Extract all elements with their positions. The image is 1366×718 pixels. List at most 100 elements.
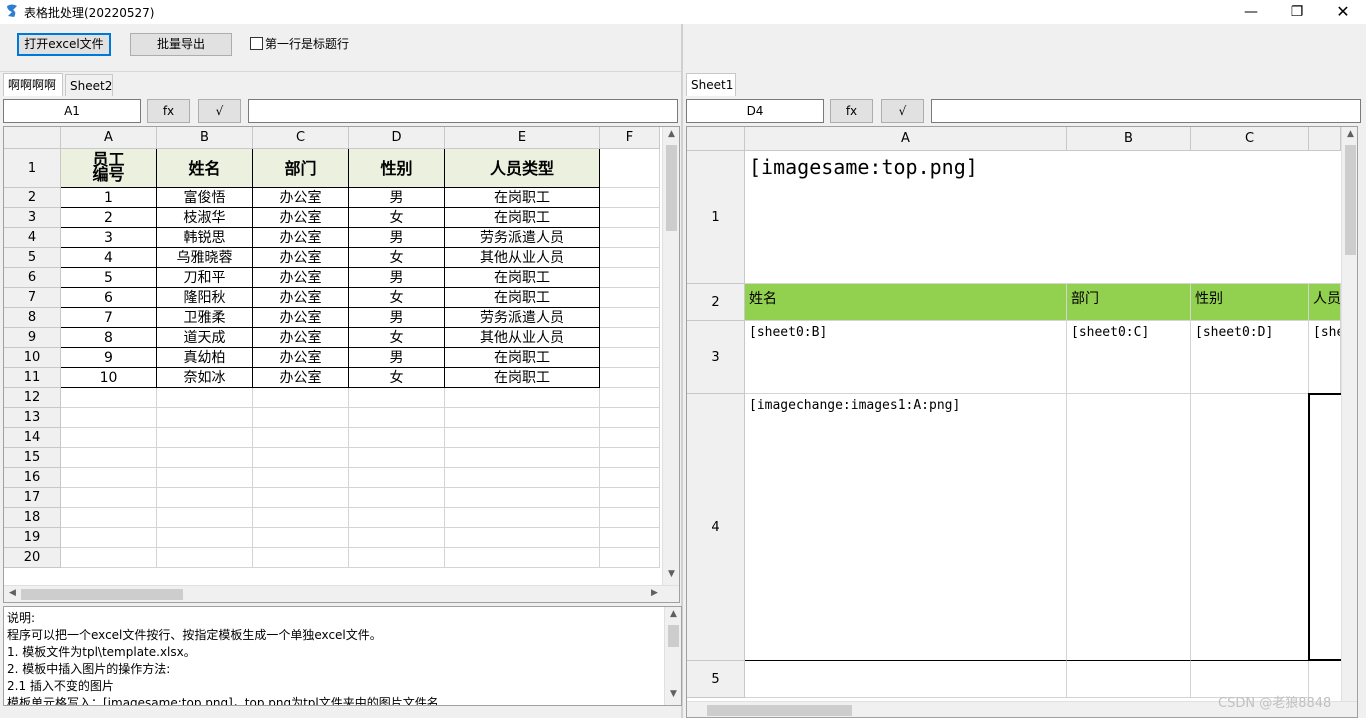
row-header[interactable]: 1 — [687, 151, 745, 284]
table-cell[interactable]: 姓名 — [157, 149, 253, 188]
table-cell[interactable]: 女 — [349, 328, 445, 348]
minimize-icon[interactable]: — — [1228, 0, 1274, 24]
column-header-a[interactable]: A — [745, 127, 1067, 151]
row-header[interactable]: 17 — [4, 488, 61, 508]
table-cell[interactable] — [253, 448, 349, 468]
scroll-thumb[interactable] — [1345, 145, 1356, 255]
row-header[interactable]: 4 — [4, 228, 61, 248]
table-cell[interactable] — [157, 528, 253, 548]
right-spreadsheet-grid[interactable]: A B C 1 2 3 4 5 [imagesame:top.png] 姓名 部… — [686, 126, 1358, 718]
table-cell[interactable] — [157, 468, 253, 488]
table-cell[interactable] — [600, 448, 660, 468]
header-row-checkbox[interactable] — [250, 37, 263, 50]
row-header[interactable]: 2 — [687, 284, 745, 321]
table-cell[interactable]: 女 — [349, 368, 445, 388]
row-header[interactable]: 11 — [4, 368, 61, 388]
table-cell[interactable]: 女 — [349, 288, 445, 308]
table-cell[interactable] — [349, 408, 445, 428]
table-cell[interactable] — [253, 548, 349, 568]
table-cell[interactable]: 6 — [61, 288, 157, 308]
table-cell[interactable] — [61, 428, 157, 448]
table-cell[interactable]: 办公室 — [253, 268, 349, 288]
table-cell[interactable] — [61, 468, 157, 488]
table-cell[interactable] — [445, 448, 600, 468]
template-cell[interactable]: 人员 — [1309, 284, 1341, 321]
template-cell[interactable]: [she — [1309, 321, 1341, 394]
table-cell[interactable] — [445, 388, 600, 408]
table-cell[interactable]: 真幼柏 — [157, 348, 253, 368]
table-cell[interactable] — [600, 348, 660, 368]
row-header[interactable]: 7 — [4, 288, 61, 308]
template-cell[interactable]: 部门 — [1067, 284, 1191, 321]
table-cell[interactable]: 枝淑华 — [157, 208, 253, 228]
tab-sheet1[interactable]: Sheet1 — [686, 73, 736, 96]
left-vertical-scrollbar[interactable]: ▲ ▼ — [662, 127, 679, 585]
table-cell[interactable]: 办公室 — [253, 288, 349, 308]
left-name-box[interactable]: A1 — [3, 99, 141, 123]
table-cell[interactable]: 办公室 — [253, 368, 349, 388]
maximize-icon[interactable]: ❐ — [1274, 0, 1320, 24]
table-cell[interactable] — [253, 528, 349, 548]
column-header-b[interactable]: B — [157, 127, 253, 149]
table-cell[interactable] — [600, 208, 660, 228]
scroll-right-icon[interactable]: ▶ — [646, 588, 663, 598]
right-confirm-button[interactable]: √ — [881, 99, 924, 123]
table-cell[interactable]: 男 — [349, 228, 445, 248]
table-cell[interactable] — [61, 388, 157, 408]
table-cell[interactable] — [349, 488, 445, 508]
table-cell[interactable] — [157, 508, 253, 528]
table-cell[interactable]: 员工 编号 — [61, 149, 157, 188]
row-header[interactable]: 5 — [4, 248, 61, 268]
table-cell[interactable]: 乌雅晓蓉 — [157, 248, 253, 268]
table-cell[interactable] — [600, 408, 660, 428]
table-cell[interactable]: 道天成 — [157, 328, 253, 348]
table-cell[interactable] — [600, 528, 660, 548]
table-cell[interactable]: 卫雅柔 — [157, 308, 253, 328]
table-cell[interactable]: 在岗职工 — [445, 368, 600, 388]
batch-export-button[interactable]: 批量导出 — [130, 33, 232, 56]
template-cell[interactable] — [1191, 394, 1309, 661]
table-cell[interactable] — [600, 428, 660, 448]
table-cell[interactable] — [600, 308, 660, 328]
column-header-c[interactable]: C — [253, 127, 349, 149]
row-header[interactable]: 2 — [4, 188, 61, 208]
table-cell[interactable] — [61, 528, 157, 548]
table-cell[interactable]: 办公室 — [253, 208, 349, 228]
table-cell[interactable] — [253, 488, 349, 508]
table-cell[interactable]: 办公室 — [253, 348, 349, 368]
row-header[interactable]: 5 — [687, 661, 745, 698]
grid-corner[interactable] — [4, 127, 61, 149]
table-cell[interactable] — [349, 508, 445, 528]
table-cell[interactable]: 其他从业人员 — [445, 248, 600, 268]
table-cell[interactable] — [600, 288, 660, 308]
table-cell[interactable] — [61, 488, 157, 508]
table-cell[interactable] — [157, 488, 253, 508]
left-fx-button[interactable]: fx — [147, 99, 190, 123]
template-cell[interactable]: [sheet0:B] — [745, 321, 1067, 394]
row-header[interactable]: 10 — [4, 348, 61, 368]
tab-sheet2[interactable]: Sheet2 — [65, 74, 113, 96]
table-cell[interactable] — [600, 368, 660, 388]
table-cell[interactable]: 其他从业人员 — [445, 328, 600, 348]
row-header[interactable]: 3 — [687, 321, 745, 394]
scroll-thumb[interactable] — [707, 705, 852, 716]
table-cell[interactable]: 2 — [61, 208, 157, 228]
row-header[interactable]: 6 — [4, 268, 61, 288]
scroll-up-icon[interactable]: ▲ — [1342, 129, 1357, 139]
row-header[interactable]: 12 — [4, 388, 61, 408]
table-cell[interactable] — [157, 428, 253, 448]
row-header[interactable]: 13 — [4, 408, 61, 428]
table-cell[interactable] — [445, 408, 600, 428]
table-cell[interactable]: 9 — [61, 348, 157, 368]
table-cell[interactable] — [600, 248, 660, 268]
right-name-box[interactable]: D4 — [686, 99, 824, 123]
table-cell[interactable] — [253, 388, 349, 408]
table-cell[interactable]: 男 — [349, 268, 445, 288]
table-cell[interactable]: 4 — [61, 248, 157, 268]
table-cell[interactable] — [61, 448, 157, 468]
table-cell[interactable]: 办公室 — [253, 248, 349, 268]
table-cell[interactable] — [445, 508, 600, 528]
table-cell[interactable]: 隆阳秋 — [157, 288, 253, 308]
scroll-down-icon[interactable]: ▼ — [665, 689, 682, 699]
scroll-thumb[interactable] — [668, 625, 679, 647]
